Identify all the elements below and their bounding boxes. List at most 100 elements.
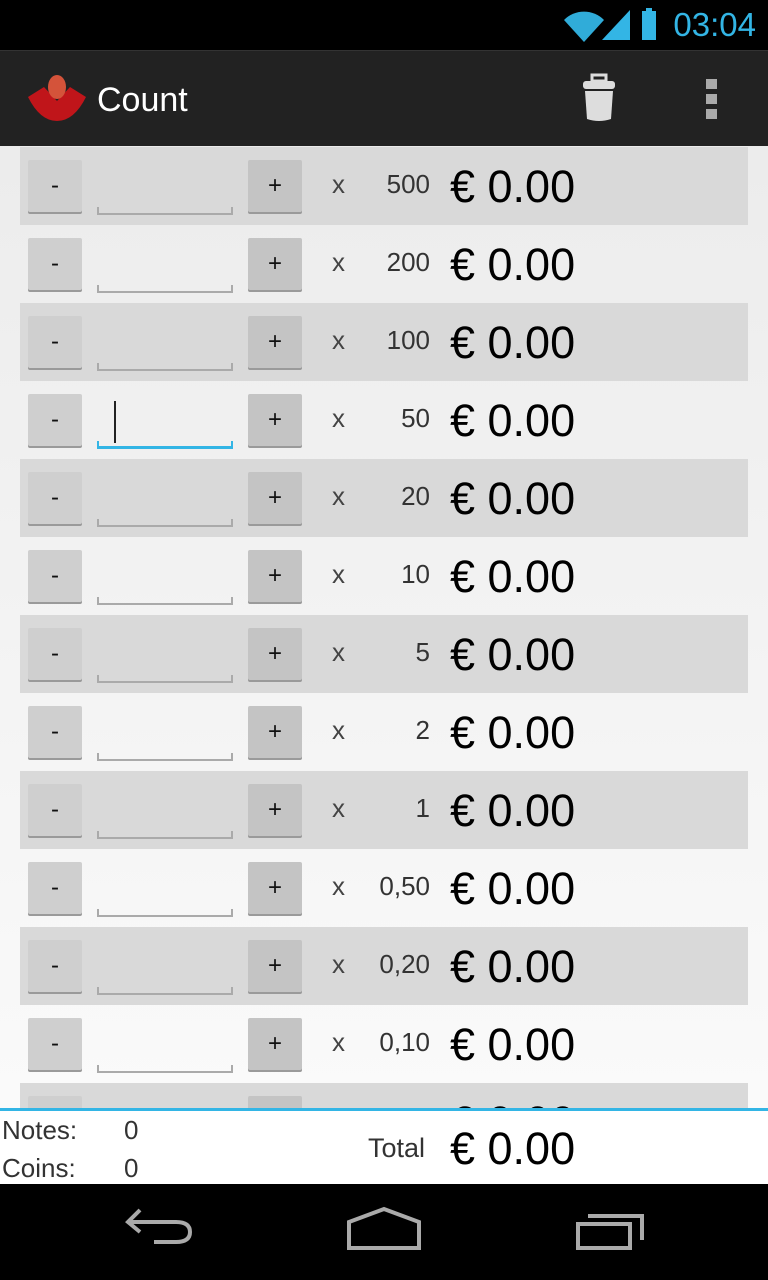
battery-icon bbox=[642, 8, 656, 40]
multiply-sign: x bbox=[332, 637, 345, 667]
decrement-button[interactable]: - bbox=[28, 628, 82, 680]
row-amount: € 0.00 bbox=[450, 395, 576, 446]
increment-button[interactable]: + bbox=[248, 316, 302, 368]
count-input[interactable] bbox=[97, 629, 233, 683]
denomination-row: - + x 100 € 0.00 bbox=[20, 303, 748, 381]
decrement-button[interactable]: - bbox=[28, 1096, 82, 1108]
denomination-row: - + x 0,50 € 0.00 bbox=[20, 849, 748, 927]
increment-button[interactable]: + bbox=[248, 1018, 302, 1070]
decrement-button[interactable]: - bbox=[28, 316, 82, 368]
count-input[interactable] bbox=[97, 239, 233, 293]
summary-footer: Notes: 0 Coins: 0 Total € 0.00 bbox=[0, 1108, 768, 1184]
denomination-row: - + x 0,10 € 0.00 bbox=[20, 1005, 748, 1083]
row-amount: € 0.00 bbox=[450, 551, 576, 602]
denomination-label: 0,10 bbox=[379, 1027, 430, 1057]
denomination-row: - + x € 0.00 bbox=[20, 1083, 748, 1108]
count-input[interactable] bbox=[97, 707, 233, 761]
row-amount: € 0.00 bbox=[450, 785, 576, 836]
denomination-label: 0,20 bbox=[379, 949, 430, 979]
increment-button[interactable]: + bbox=[248, 238, 302, 290]
decrement-button[interactable]: - bbox=[28, 472, 82, 524]
increment-button[interactable]: + bbox=[248, 160, 302, 212]
text-cursor bbox=[114, 401, 116, 443]
denomination-row: - + x 20 € 0.00 bbox=[20, 459, 748, 537]
count-input[interactable] bbox=[97, 1097, 233, 1108]
denomination-label: 10 bbox=[401, 559, 430, 589]
increment-button[interactable]: + bbox=[248, 628, 302, 680]
decrement-button[interactable]: - bbox=[28, 550, 82, 602]
multiply-sign: x bbox=[332, 949, 345, 979]
increment-button[interactable]: + bbox=[248, 1096, 302, 1108]
row-amount: € 0.00 bbox=[450, 629, 576, 680]
count-input[interactable] bbox=[97, 863, 233, 917]
total-label: Total bbox=[368, 1133, 426, 1163]
count-input[interactable] bbox=[97, 785, 233, 839]
status-time: 03:04 bbox=[673, 6, 756, 43]
increment-button[interactable]: + bbox=[248, 706, 302, 758]
row-amount: € 0.00 bbox=[450, 239, 576, 290]
increment-button[interactable]: + bbox=[248, 472, 302, 524]
count-input[interactable] bbox=[97, 551, 233, 605]
count-input[interactable] bbox=[97, 941, 233, 995]
decrement-button[interactable]: - bbox=[28, 706, 82, 758]
multiply-sign: x bbox=[332, 559, 345, 589]
row-amount: € 0.00 bbox=[450, 317, 576, 368]
decrement-button[interactable]: - bbox=[28, 238, 82, 290]
denomination-list[interactable]: - + x 500 € 0.00- + x 200 € 0.00- + x 10… bbox=[0, 146, 768, 1108]
denomination-label: 2 bbox=[415, 715, 430, 745]
count-input[interactable] bbox=[97, 395, 233, 449]
row-amount: € 0.00 bbox=[450, 707, 576, 758]
increment-button[interactable]: + bbox=[248, 550, 302, 602]
trash-icon[interactable] bbox=[580, 73, 618, 123]
overflow-menu-icon[interactable] bbox=[705, 79, 719, 121]
decrement-button[interactable]: - bbox=[28, 784, 82, 836]
increment-button[interactable]: + bbox=[248, 784, 302, 836]
coins-label: Coins: bbox=[2, 1153, 76, 1183]
multiply-sign: x bbox=[332, 793, 345, 823]
count-input[interactable] bbox=[97, 161, 233, 215]
denomination-row: - + x 200 € 0.00 bbox=[20, 225, 748, 303]
denomination-row: - + x 10 € 0.00 bbox=[20, 537, 748, 615]
app-title: Count bbox=[97, 81, 188, 119]
increment-button[interactable]: + bbox=[248, 394, 302, 446]
multiply-sign: x bbox=[332, 1027, 345, 1057]
denomination-row: - + x 50 € 0.00 bbox=[20, 381, 748, 459]
multiply-sign: x bbox=[332, 715, 345, 745]
status-icons bbox=[564, 8, 656, 42]
denomination-label: 100 bbox=[386, 325, 430, 355]
denomination-label: 0,50 bbox=[379, 871, 430, 901]
denomination-row: - + x 0,20 € 0.00 bbox=[20, 927, 748, 1005]
decrement-button[interactable]: - bbox=[28, 940, 82, 992]
row-amount: € 0.00 bbox=[450, 1097, 575, 1108]
denomination-label: 20 bbox=[401, 481, 430, 511]
denomination-label: 500 bbox=[386, 169, 430, 199]
home-icon[interactable] bbox=[346, 1206, 422, 1250]
denomination-row: - + x 1 € 0.00 bbox=[20, 771, 748, 849]
row-amount: € 0.00 bbox=[450, 473, 576, 524]
count-input[interactable] bbox=[97, 473, 233, 527]
notes-count: 0 bbox=[124, 1115, 139, 1145]
back-icon[interactable] bbox=[124, 1206, 196, 1250]
denomination-label: 1 bbox=[415, 793, 430, 823]
denomination-label: 5 bbox=[415, 637, 430, 667]
decrement-button[interactable]: - bbox=[28, 160, 82, 212]
increment-button[interactable]: + bbox=[248, 940, 302, 992]
decrement-button[interactable]: - bbox=[28, 394, 82, 446]
denomination-row: - + x 2 € 0.00 bbox=[20, 693, 748, 771]
decrement-button[interactable]: - bbox=[28, 1018, 82, 1070]
app-logo-icon bbox=[28, 75, 86, 121]
multiply-sign: x bbox=[332, 169, 345, 199]
total-amount: € 0.00 bbox=[450, 1123, 576, 1174]
decrement-button[interactable]: - bbox=[28, 862, 82, 914]
recents-icon[interactable] bbox=[574, 1206, 648, 1250]
count-input[interactable] bbox=[97, 317, 233, 371]
multiply-sign: x bbox=[332, 247, 345, 277]
multiply-sign: x bbox=[332, 403, 345, 433]
count-input[interactable] bbox=[97, 1019, 233, 1073]
status-bar: 03:04 bbox=[0, 0, 768, 50]
row-amount: € 0.00 bbox=[450, 863, 576, 914]
increment-button[interactable]: + bbox=[248, 862, 302, 914]
multiply-sign: x bbox=[332, 481, 345, 511]
denomination-row: - + x 5 € 0.00 bbox=[20, 615, 748, 693]
row-amount: € 0.00 bbox=[450, 941, 576, 992]
